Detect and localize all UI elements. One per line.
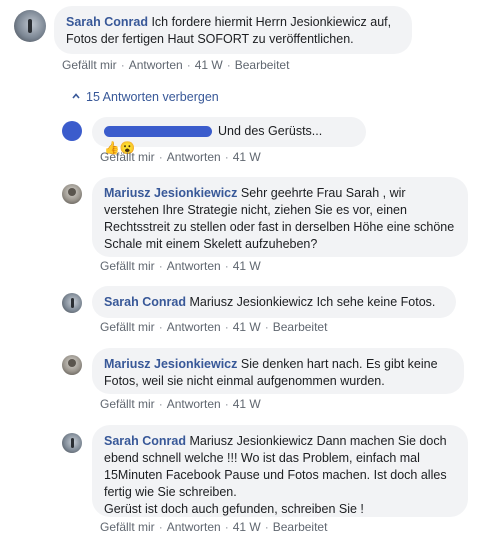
comment-author[interactable]: Mariusz Jesionkiewicz [104,186,237,200]
edited-label[interactable]: Bearbeitet [235,58,290,72]
comment-bubble: Mariusz Jesionkiewicz Sehr geehrte Frau … [92,177,468,257]
edited-label[interactable]: Bearbeitet [273,520,328,534]
avatar-redacted[interactable] [62,121,82,141]
comment-actions: Gefällt mir · Antworten · 41 W · Bearbeitet [100,520,328,534]
timestamp[interactable]: 41 W [195,58,223,72]
avatar-sarah-conrad[interactable] [62,293,82,313]
comment-actions: Gefällt mir · Antworten · 41 W [100,397,261,411]
timestamp[interactable]: 41 W [233,259,261,273]
reply-link[interactable]: Antworten [167,259,221,273]
redacted-author [104,126,212,138]
comment-actions: Gefällt mir · Antworten · 41 W · Bearbeitet [62,58,290,72]
like-link[interactable]: Gefällt mir [100,520,155,534]
comment-bubble: Sarah Conrad Mariusz Jesionkiewicz Dann … [92,425,468,517]
timestamp[interactable]: 41 W [233,150,261,164]
timestamp[interactable]: 41 W [233,320,261,334]
comment-bubble: Sarah Conrad Ich fordere hiermit Herrn J… [54,6,412,54]
avatar-mariusz-jesionkiewicz[interactable] [62,184,82,204]
comment-bubble: Sarah Conrad Mariusz Jesionkiewicz Ich s… [92,286,456,318]
comment-text: Und des Gerüsts... [218,124,323,138]
edited-label[interactable]: Bearbeitet [273,320,328,334]
comment-bubble: Und des Gerüsts... 👍😮 [92,117,366,155]
comment-actions: Gefällt mir · Antworten · 41 W [100,150,261,164]
like-link[interactable]: Gefällt mir [100,259,155,273]
reply-link[interactable]: Antworten [167,520,221,534]
comment-text-line-2: Gerüst ist doch auch gefunden, schreiben… [104,502,364,516]
comment-actions: Gefällt mir · Antworten · 41 W [100,259,261,273]
avatar-mariusz-jesionkiewicz[interactable] [62,355,82,375]
comment-bubble: Mariusz Jesionkiewicz Sie denken hart na… [92,348,464,394]
reply-link[interactable]: Antworten [129,58,183,72]
like-link[interactable]: Gefällt mir [100,320,155,334]
timestamp[interactable]: 41 W [233,397,261,411]
avatar-sarah-conrad[interactable] [14,10,46,42]
timestamp[interactable]: 41 W [233,520,261,534]
like-link[interactable]: Gefällt mir [100,150,155,164]
like-link[interactable]: Gefällt mir [100,397,155,411]
comment-author[interactable]: Sarah Conrad [104,295,186,309]
like-link[interactable]: Gefällt mir [62,58,117,72]
hide-replies-toggle[interactable]: 15 Antworten verbergen [72,90,219,104]
comment-actions: Gefällt mir · Antworten · 41 W · Bearbeitet [100,320,328,334]
avatar-sarah-conrad[interactable] [62,433,82,453]
comment-author[interactable]: Sarah Conrad [104,434,186,448]
reply-link[interactable]: Antworten [167,150,221,164]
comment-author[interactable]: Mariusz Jesionkiewicz [104,357,237,371]
reply-link[interactable]: Antworten [167,397,221,411]
comment-text: Mariusz Jesionkiewicz Ich sehe keine Fot… [189,295,436,309]
comment-author[interactable]: Sarah Conrad [66,15,148,29]
reply-link[interactable]: Antworten [167,320,221,334]
hide-replies-label: 15 Antworten verbergen [86,90,219,104]
chevron-up-icon [72,93,80,99]
